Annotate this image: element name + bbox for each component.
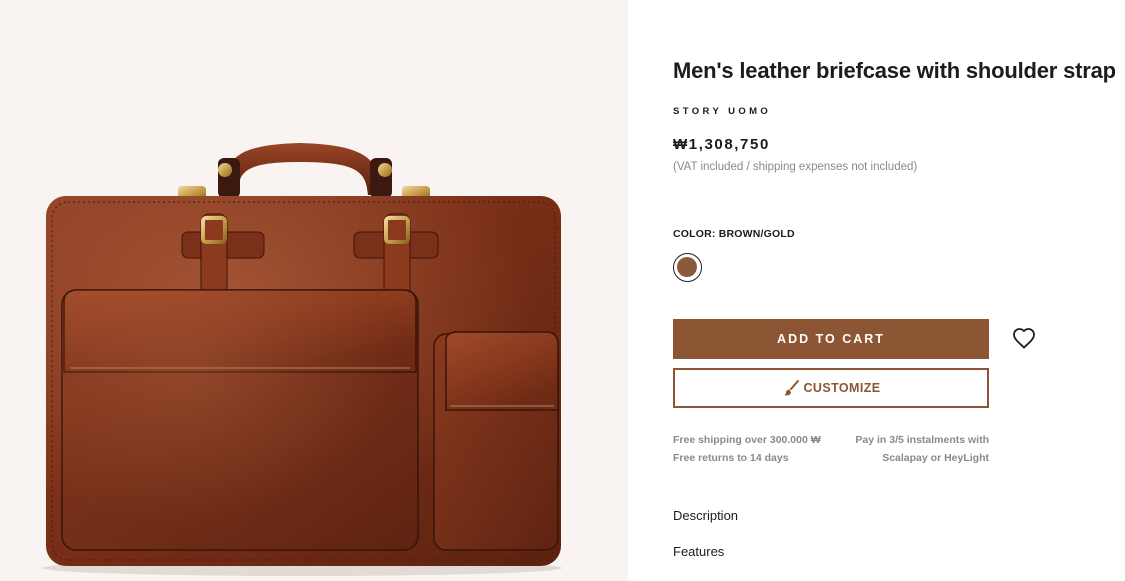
product-image[interactable] [0,0,628,581]
accordion-features[interactable]: Features [673,544,1103,559]
wishlist-button[interactable] [1011,325,1037,351]
product-info-panel: ​ Men's leather briefcase with shoulder … [673,0,1116,581]
breadcrumb[interactable]: ​ [673,0,993,4]
product-image-panel [0,0,628,581]
color-swatch-brown-gold[interactable] [673,253,702,282]
swatch-dot [677,257,697,277]
heart-icon [1013,328,1035,349]
brand-name[interactable]: STORY UOMO [673,106,771,117]
customize-label: CUSTOMIZE [803,381,881,395]
product-price: ₩1,308,750 [673,136,770,153]
color-label: COLOR: BROWN/GOLD [673,228,795,240]
product-page: ​ Men's leather briefcase with shoulder … [0,0,1125,581]
providers-line: Scalapay or HeyLight [882,452,989,464]
brush-icon [782,379,800,397]
price-note: (VAT included / shipping expenses not in… [673,161,918,173]
add-to-cart-button[interactable]: ADD TO CART [673,319,989,359]
customize-button[interactable]: CUSTOMIZE [673,368,989,408]
product-title: Men's leather briefcase with shoulder st… [673,58,1116,83]
payment-info: Pay in 3/5 instalments with Scalapay or … [813,431,989,467]
instalments-line: Pay in 3/5 instalments with [855,434,989,446]
accordion-description[interactable]: Description [673,508,1103,523]
